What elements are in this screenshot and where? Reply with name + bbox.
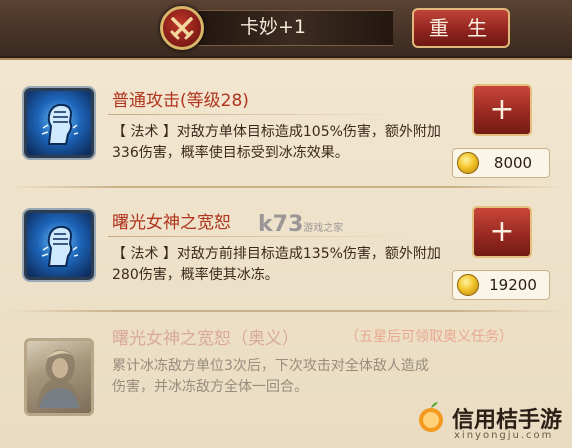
skill-description: 累计冰冻敌方单位3次后，下次攻击对全体敌人造成伤害，并冰冻敌方全体一回合。 — [112, 358, 429, 395]
skill-description: 【 法术 】对敌方单体目标造成105%伤害，额外附加336伤害，概率使目标受到冰… — [112, 124, 441, 161]
gold-coin-icon — [457, 274, 479, 296]
watermark-middle: k73游戏之家 — [258, 212, 344, 237]
divider — [8, 310, 564, 312]
gold-coin-icon — [457, 152, 479, 174]
brand-logo-icon — [416, 400, 446, 434]
watermark-domain: xinyongju.com — [454, 430, 554, 441]
rebirth-button[interactable]: 重 生 — [412, 8, 510, 48]
skill-name: 普通攻击(等级28) — [112, 91, 249, 111]
cost-box: 19200 — [452, 270, 550, 300]
cost-box: 8000 — [452, 148, 550, 178]
hero-title: 卡妙+1 — [239, 16, 306, 38]
name-underline — [108, 114, 408, 115]
character-portrait — [24, 338, 94, 416]
skill-name: 曙光女神之宽恕 — [112, 213, 231, 233]
divider — [8, 186, 564, 188]
fist-icon[interactable] — [24, 88, 94, 158]
skill-name: 曙光女神之宽恕（奥义） — [112, 329, 299, 349]
skill-description: 【 法术 】对敌方前排目标造成135%伤害，额外附加280伤害，概率使其冰冻。 — [112, 246, 441, 283]
skill-row-aurora: 曙光女神之宽恕 【 法术 】对敌方前排目标造成135%伤害，额外附加280伤害，… — [0, 192, 572, 312]
unlock-hint: （五星后可领取奥义任务） — [345, 329, 513, 345]
cost-value: 19200 — [489, 276, 537, 294]
upgrade-button[interactable]: + — [472, 84, 532, 136]
upgrade-button[interactable]: + — [472, 206, 532, 258]
fist-icon[interactable] — [24, 210, 94, 280]
cost-value: 8000 — [493, 154, 533, 172]
skill-row-normal-attack: 普通攻击(等级28) 【 法术 】对敌方单体目标造成105%伤害，额外附加336… — [0, 70, 572, 188]
